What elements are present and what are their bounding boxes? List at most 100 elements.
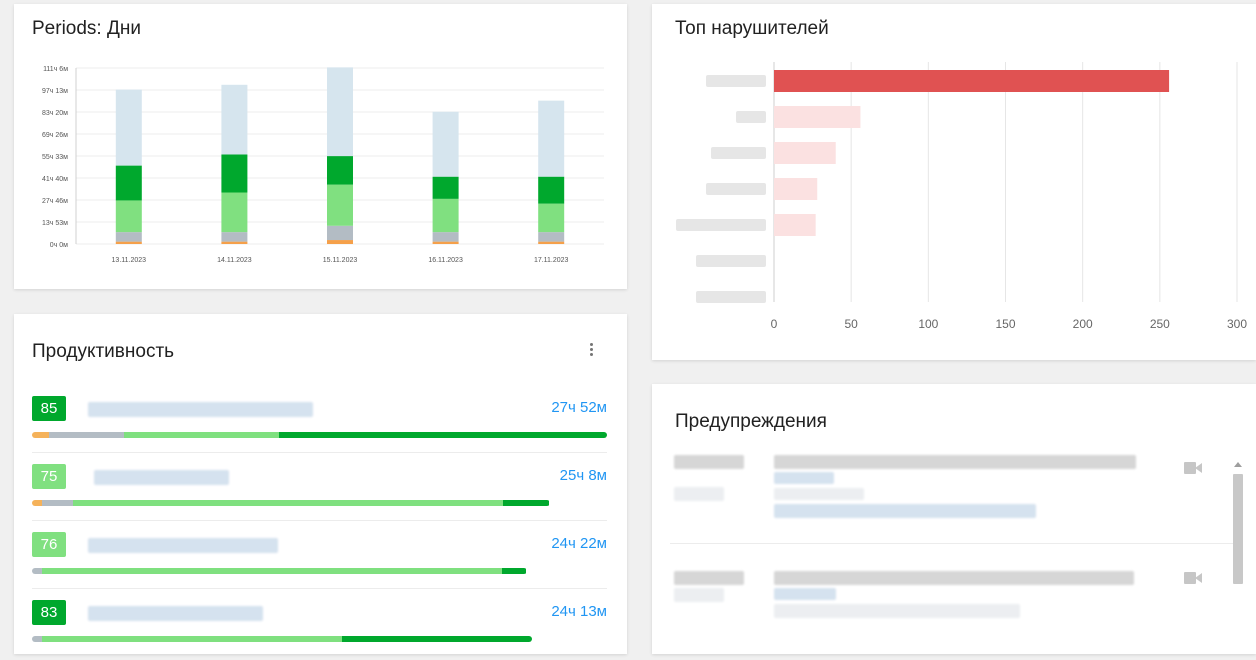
periods-chart: 111ч 6м 97ч 13м 83ч 20м 69ч 26м 55ч 33м 41ч 4… xyxy=(42,66,604,264)
y-tick-label: 55ч 33м xyxy=(42,154,68,161)
productivity-bar xyxy=(32,636,533,642)
bar-segment[interactable] xyxy=(327,184,353,226)
productivity-title: Продуктивность xyxy=(32,341,175,362)
x-tick-label: 14.11.2023 xyxy=(217,257,252,264)
bar-segment xyxy=(32,432,50,438)
bar-segment[interactable] xyxy=(432,241,459,244)
bar-segment xyxy=(41,568,502,574)
x-tick-label: 15.11.2023 xyxy=(323,257,358,264)
y-tick-label: 0ч 0м xyxy=(50,242,68,249)
redacted-text xyxy=(674,487,724,501)
redacted-text xyxy=(774,588,836,600)
productivity-row[interactable]: 85 27ч 52м xyxy=(14,396,627,456)
scrollbar[interactable] xyxy=(1231,456,1245,656)
divider xyxy=(32,452,607,453)
divider xyxy=(32,520,607,521)
productivity-bar xyxy=(32,432,607,438)
redacted-label xyxy=(711,147,766,159)
productivity-row[interactable]: 83 24ч 13м xyxy=(14,600,627,660)
bar-segment[interactable] xyxy=(115,200,142,233)
bar-segment[interactable] xyxy=(327,67,353,157)
x-tick-label: 300 xyxy=(1227,317,1247,331)
bar-segment[interactable] xyxy=(221,232,248,242)
warning-item[interactable] xyxy=(652,560,1232,650)
video-camera-icon[interactable] xyxy=(1184,462,1202,474)
bar-segment[interactable] xyxy=(538,203,565,233)
x-tick-label: 200 xyxy=(1073,317,1093,331)
x-tick-label: 250 xyxy=(1150,317,1170,331)
productivity-row[interactable]: 76 24ч 22м xyxy=(14,532,627,592)
score-badge: 76 xyxy=(32,532,66,557)
bar-segment[interactable] xyxy=(432,176,459,199)
redacted-label xyxy=(696,255,766,267)
time-value[interactable]: 27ч 52м xyxy=(551,399,607,416)
redacted-text xyxy=(774,571,1134,585)
bar-segment xyxy=(342,636,533,642)
x-tick-label: 17.11.2023 xyxy=(534,257,569,264)
more-vert-icon[interactable] xyxy=(586,341,596,358)
y-tick-label: 27ч 46м xyxy=(42,198,68,205)
y-tick-label: 97ч 13м xyxy=(42,88,68,95)
redacted-label xyxy=(706,183,766,195)
video-camera-icon[interactable] xyxy=(1184,572,1202,584)
bar-segment[interactable] xyxy=(327,240,353,244)
y-tick-label: 41ч 40м xyxy=(42,176,68,183)
redacted-label xyxy=(736,111,766,123)
bar-segment[interactable] xyxy=(538,176,565,204)
bar-segment[interactable] xyxy=(327,225,353,241)
productivity-card: Продуктивность 85 27ч 52м 75 25ч 8м 76 24ч 22… xyxy=(14,314,627,654)
bar-segment[interactable] xyxy=(115,241,142,244)
bar-segment[interactable] xyxy=(327,156,353,185)
bar-segment[interactable] xyxy=(115,89,142,166)
bar-segment[interactable] xyxy=(221,154,248,193)
top-violators-title: Топ нарушителей xyxy=(675,18,829,39)
warning-item[interactable] xyxy=(652,452,1232,542)
periods-card: Periods: Дни 111ч 6м 97ч 13м 83ч 20м 69ч 26… xyxy=(14,4,627,289)
time-value[interactable]: 24ч 13м xyxy=(551,603,607,620)
redacted-text xyxy=(774,472,834,484)
violator-bar[interactable] xyxy=(774,214,816,236)
score-badge: 75 xyxy=(32,464,66,489)
bar-segment[interactable] xyxy=(221,241,248,244)
bar-segment[interactable] xyxy=(538,232,565,242)
bar-segment[interactable] xyxy=(538,241,565,244)
bar-segment[interactable] xyxy=(115,232,142,242)
scroll-up-arrow-icon[interactable] xyxy=(1234,462,1242,467)
redacted-name xyxy=(94,470,229,485)
productivity-row[interactable]: 75 25ч 8м xyxy=(14,464,627,524)
x-tick-label: 13.11.2023 xyxy=(112,257,147,264)
y-tick-label: 13ч 53м xyxy=(42,220,68,227)
violator-bar[interactable] xyxy=(774,178,818,200)
productivity-bar xyxy=(32,500,550,506)
redacted-label xyxy=(706,75,766,87)
bar-segment xyxy=(42,636,343,642)
bar-segment[interactable] xyxy=(432,198,459,233)
warnings-title: Предупреждения xyxy=(675,411,827,432)
time-value[interactable]: 24ч 22м xyxy=(551,535,607,552)
x-tick-label: 16.11.2023 xyxy=(428,257,463,264)
warnings-card: Предупреждения xyxy=(652,384,1256,654)
bar-segment xyxy=(502,500,550,506)
bar-segment[interactable] xyxy=(221,84,248,155)
y-tick-label: 69ч 26м xyxy=(42,132,68,139)
violator-bar[interactable] xyxy=(774,70,1170,92)
violator-bar[interactable] xyxy=(774,106,861,128)
x-tick-label: 150 xyxy=(995,317,1015,331)
x-tick-label: 50 xyxy=(844,317,858,331)
violator-bar[interactable] xyxy=(774,142,836,164)
y-tick-label: 111ч 6м xyxy=(43,66,68,73)
bar-segment[interactable] xyxy=(432,111,459,177)
score-badge: 85 xyxy=(32,396,66,421)
redacted-label xyxy=(696,291,766,303)
bar-segment[interactable] xyxy=(221,192,248,233)
periods-title: Periods: Дни xyxy=(32,18,141,39)
bar-segment[interactable] xyxy=(115,165,142,201)
bar-segment[interactable] xyxy=(432,232,459,242)
redacted-name xyxy=(88,606,263,621)
bar-segment xyxy=(501,568,527,574)
redacted-text xyxy=(674,455,744,469)
bar-segment[interactable] xyxy=(538,100,565,177)
top-violators-chart: 0 50 100 150 200 250 300 xyxy=(676,62,1247,331)
time-value[interactable]: 25ч 8м xyxy=(560,467,607,484)
scrollbar-thumb[interactable] xyxy=(1233,474,1243,584)
